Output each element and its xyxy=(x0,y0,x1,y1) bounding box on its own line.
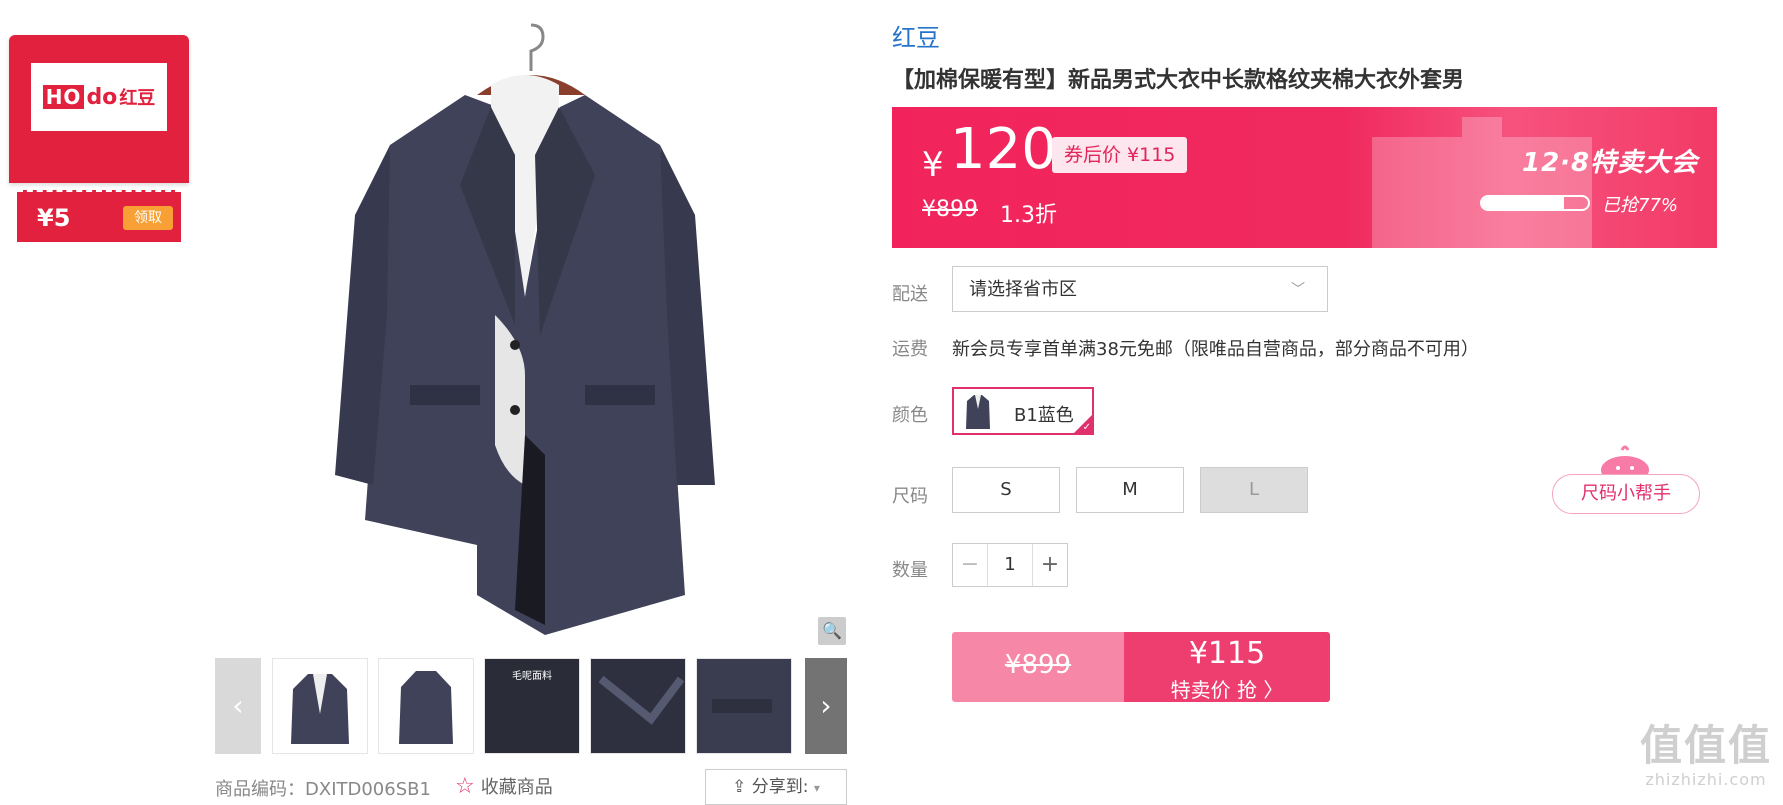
color-label: 颜色 xyxy=(892,405,928,426)
checkmark-icon: ✓ xyxy=(1082,422,1091,433)
quantity-value[interactable]: 1 xyxy=(988,544,1032,586)
coupon-header: HO do 红豆 xyxy=(9,35,189,183)
favorite-label: 收藏商品 xyxy=(480,777,553,798)
store-coupon-card[interactable]: HO do 红豆 ¥5 领取 xyxy=(9,35,189,242)
sale-price: 120 xyxy=(950,117,1057,182)
product-code-label: 商品编码： xyxy=(215,779,305,800)
coat-front-thumb xyxy=(291,674,349,744)
sold-progress-bar xyxy=(1480,195,1590,211)
chevron-down-icon: ﹀ xyxy=(1291,282,1305,298)
share-icon: ⇪ xyxy=(732,777,747,797)
product-code-value: DXITD006SB1 xyxy=(305,779,431,800)
quantity-plus-button[interactable]: + xyxy=(1032,544,1067,586)
thumbnail-5[interactable] xyxy=(696,658,792,754)
logo-text-ho: HO xyxy=(42,85,85,109)
coupon-price-tag: 券后价 ¥115 xyxy=(1052,137,1188,173)
brand-link[interactable]: 红豆 xyxy=(892,18,940,53)
brand-logo: HO do 红豆 xyxy=(31,63,167,131)
pocket-detail-thumb xyxy=(712,699,772,713)
watermark-url: zhizhizhi.com xyxy=(1645,770,1767,789)
thumbnail-3[interactable]: 毛呢面料 xyxy=(484,658,580,754)
share-label: 分享到: xyxy=(751,777,809,797)
thumbnail-1[interactable] xyxy=(272,658,368,754)
watermark-logo: 值值值 xyxy=(1639,721,1772,770)
coupon-amount: ¥5 xyxy=(37,204,71,232)
logo-text-do: do xyxy=(86,84,118,110)
thumbnail-4[interactable] xyxy=(590,658,686,754)
buy-now-button[interactable]: ¥115 特卖价 抢 〉 xyxy=(1124,632,1330,702)
claim-coupon-button[interactable]: 领取 xyxy=(123,206,173,230)
quantity-label: 数量 xyxy=(892,560,928,581)
coupon-footer: ¥5 领取 xyxy=(17,190,181,242)
shipping-info: 新会员专享首单满38元免邮（限唯品自营商品，部分商品不可用） xyxy=(952,339,1479,360)
chevron-down-icon: ▾ xyxy=(813,781,820,795)
main-product-image[interactable] xyxy=(215,15,845,647)
region-select[interactable]: 请选择省市区 ﹀ xyxy=(952,266,1328,312)
buy-sale-price: ¥115 xyxy=(1188,636,1266,671)
thumbnail-prev-button[interactable]: ‹ xyxy=(215,658,261,754)
buy-button-original-price[interactable]: ¥899 xyxy=(952,632,1124,702)
color-swatch-thumb xyxy=(966,395,990,429)
sold-progress-fill xyxy=(1482,197,1564,209)
delivery-label: 配送 xyxy=(892,284,928,305)
favorite-button[interactable]: ☆ 收藏商品 xyxy=(455,773,553,799)
share-dropdown[interactable]: ⇪ 分享到: ▾ xyxy=(705,769,847,805)
color-option-label: B1蓝色 xyxy=(1014,405,1074,426)
currency-symbol: ¥ xyxy=(922,145,944,185)
buy-action-label: 特卖价 抢 〉 xyxy=(1170,678,1284,702)
quantity-stepper[interactable]: − 1 + xyxy=(952,543,1068,587)
discount-rate: 1.3折 xyxy=(1000,203,1057,228)
size-label: 尺码 xyxy=(892,486,928,507)
size-helper-button[interactable]: 尺码小帮手 xyxy=(1552,474,1700,514)
size-option-l: L xyxy=(1200,467,1308,513)
product-code: 商品编码：DXITD006SB1 xyxy=(215,775,431,801)
thumbnail-2[interactable] xyxy=(378,658,474,754)
coat-illustration xyxy=(335,23,715,635)
region-select-value: 请选择省市区 xyxy=(969,279,1077,300)
logo-text-cn: 红豆 xyxy=(119,88,156,109)
size-option-s[interactable]: S xyxy=(952,467,1060,513)
thumbnail-next-button[interactable]: › xyxy=(805,658,847,754)
original-price: ¥899 xyxy=(922,197,978,222)
thumbnail-caption: 毛呢面料 xyxy=(512,671,552,682)
star-icon: ☆ xyxy=(455,774,475,799)
event-title: 12·8特卖大会 xyxy=(1522,148,1699,178)
buy-original-price: ¥899 xyxy=(1004,650,1072,680)
color-option-b1-blue[interactable]: B1蓝色 ✓ xyxy=(952,387,1094,435)
product-title: 【加棉保暖有型】新品男式大衣中长款格纹夹棉大衣外套男 xyxy=(892,68,1465,93)
magnifier-icon[interactable]: 🔍 xyxy=(818,617,846,645)
price-banner: ¥ 120 券后价 ¥115 ¥899 1.3折 12·8特卖大会 已抢77% xyxy=(892,107,1717,248)
coat-back-thumb xyxy=(399,671,453,744)
quantity-minus-button[interactable]: − xyxy=(953,544,988,586)
size-option-m[interactable]: M xyxy=(1076,467,1184,513)
site-watermark: 值值值 zhizhizhi.com xyxy=(1636,722,1776,800)
collar-detail-thumb xyxy=(598,675,685,725)
sold-progress-text: 已抢77% xyxy=(1602,195,1679,216)
shipping-label: 运费 xyxy=(892,339,928,360)
